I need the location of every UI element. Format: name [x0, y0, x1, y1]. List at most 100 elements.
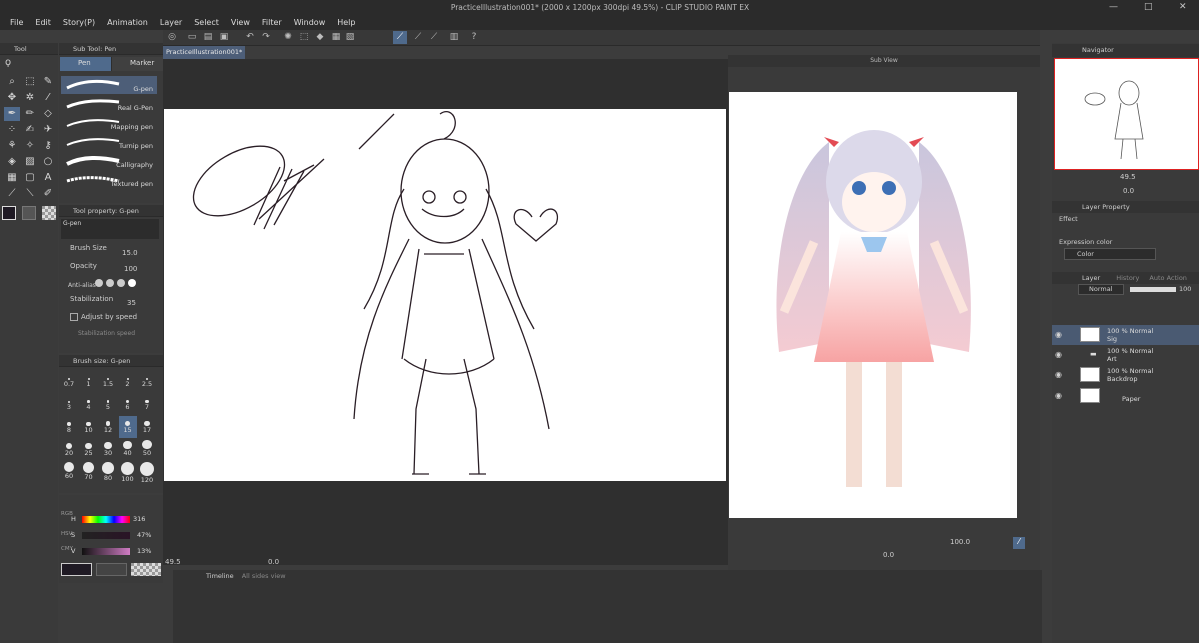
color-sub-swatch[interactable] — [96, 563, 127, 576]
select-all-icon[interactable]: ▧ — [343, 31, 357, 44]
h-value[interactable]: 316 — [133, 515, 145, 523]
eraser-icon[interactable]: ◇ — [40, 107, 56, 121]
brush-turnip-pen[interactable]: Turnip pen — [61, 133, 157, 151]
tab-marker[interactable]: Marker — [112, 57, 164, 71]
brush-icon[interactable]: ✍ — [22, 123, 38, 137]
brush-size-option[interactable]: 20 — [60, 439, 78, 461]
brush-size-option[interactable]: 1.5 — [99, 370, 117, 392]
redo-icon[interactable]: ↷ — [259, 31, 273, 44]
antialias-medium-icon[interactable] — [117, 279, 125, 287]
brush-size-option[interactable]: 40 — [119, 439, 137, 461]
airbrush-icon[interactable]: ✈ — [40, 123, 56, 137]
navigator-angle-value[interactable]: 0.0 — [1123, 187, 1134, 195]
maximize-button[interactable]: □ — [1144, 2, 1153, 12]
brush-size-option[interactable]: 25 — [80, 439, 98, 461]
menu-view[interactable]: View — [225, 18, 256, 27]
brush-textured-pen[interactable]: Textured pen — [61, 171, 157, 189]
decoration-icon[interactable]: ⁘ — [4, 123, 20, 137]
pen-icon[interactable]: ✒ — [4, 107, 20, 121]
brush-size-option[interactable]: 10 — [80, 416, 98, 438]
airbrush2-icon[interactable]: ⚷ — [40, 139, 56, 153]
line-icon[interactable]: ⟍ — [22, 187, 38, 201]
antialias-strong-icon[interactable] — [128, 279, 136, 287]
color-main-swatch[interactable] — [61, 563, 92, 576]
hue-slider[interactable] — [82, 516, 130, 523]
sub-view-image[interactable] — [729, 92, 1017, 518]
tab-auto-action[interactable]: Auto Action — [1149, 274, 1187, 282]
tab-all-sides[interactable]: All sides view — [242, 572, 286, 580]
balloon-icon[interactable]: ▢ — [22, 171, 38, 185]
brush-size-option[interactable]: 5 — [99, 393, 117, 415]
brush-size-option[interactable]: 4 — [80, 393, 98, 415]
fill-icon[interactable]: ◆ — [313, 31, 327, 44]
layer-row-sig[interactable]: ◉ 100 % Normal Sig — [1052, 325, 1199, 345]
blend-icon[interactable]: ⚘ — [4, 139, 20, 153]
transform-icon[interactable]: ⬚ — [297, 31, 311, 44]
antialias-options[interactable] — [95, 279, 147, 291]
brush-size-option[interactable]: 30 — [99, 439, 117, 461]
brush-size-option[interactable]: 70 — [80, 462, 98, 484]
eye-icon[interactable]: ◉ — [1055, 350, 1062, 359]
snap-grid-icon[interactable]: ⟋ — [411, 31, 425, 44]
brush-size-option[interactable]: 3 — [60, 393, 78, 415]
transparent-color-swatch[interactable] — [42, 206, 56, 220]
brush-size-option[interactable]: 80 — [99, 462, 117, 484]
antialias-weak-icon[interactable] — [106, 279, 114, 287]
pencil-icon[interactable]: ✏ — [22, 107, 38, 121]
lasso-icon[interactable]: ϙ — [0, 57, 58, 69]
new-file-icon[interactable]: ▭ — [185, 31, 199, 44]
move-icon[interactable]: ✥ — [4, 91, 20, 105]
color-transparent-swatch[interactable] — [131, 563, 161, 576]
menu-animation[interactable]: Animation — [101, 18, 154, 27]
settings-icon[interactable]: ▥ — [447, 31, 461, 44]
brush-size-option[interactable]: 6 — [119, 393, 137, 415]
s-value[interactable]: 47% — [137, 531, 151, 539]
eyedropper-sub-icon[interactable]: ⁄ — [1013, 537, 1025, 549]
eye-icon[interactable]: ◉ — [1055, 330, 1062, 339]
layer-row-paper[interactable]: ◉ Paper — [1052, 386, 1199, 406]
canvas-tab[interactable]: PracticeIllustration001* — [163, 46, 245, 59]
layer-row-art[interactable]: ◉ ▬ 100 % Normal Art — [1052, 345, 1199, 365]
snap-special-ruler-icon[interactable]: ⟋ — [393, 31, 407, 44]
sub-view-angle-value[interactable]: 0.0 — [883, 551, 894, 559]
menu-layer[interactable]: Layer — [154, 18, 188, 27]
operation-icon[interactable]: ⬚ — [22, 75, 38, 89]
liquify-icon[interactable]: ✧ — [22, 139, 38, 153]
antialias-none-icon[interactable] — [95, 279, 103, 287]
sub-view-zoom-value[interactable]: 100.0 — [950, 538, 970, 546]
figure-icon[interactable]: ○ — [40, 155, 56, 169]
brush-size-option[interactable]: 100 — [119, 462, 137, 484]
canvas-angle-value[interactable]: 0.0 — [268, 558, 279, 566]
sub-color-swatch[interactable] — [22, 206, 36, 220]
opacity-value[interactable]: 100 — [124, 265, 137, 273]
help-icon[interactable]: ? — [467, 31, 481, 44]
tab-history[interactable]: History — [1116, 274, 1139, 282]
brush-size-option[interactable]: 2.5 — [138, 370, 156, 392]
ruler-icon[interactable]: ⟋ — [4, 187, 20, 201]
clip-studio-icon[interactable]: ◎ — [165, 31, 179, 44]
open-file-icon[interactable]: ▤ — [201, 31, 215, 44]
menu-window[interactable]: Window — [288, 18, 332, 27]
blend-mode-select[interactable]: Normal — [1078, 284, 1124, 295]
brush-size-option[interactable]: 0.7 — [60, 370, 78, 392]
gradient-icon[interactable]: ▨ — [22, 155, 38, 169]
close-button[interactable]: ✕ — [1179, 2, 1187, 12]
saturation-slider[interactable] — [82, 532, 130, 539]
menu-edit[interactable]: Edit — [29, 18, 57, 27]
menu-filter[interactable]: Filter — [256, 18, 288, 27]
value-slider[interactable] — [82, 548, 130, 555]
undo-icon[interactable]: ↶ — [243, 31, 257, 44]
brush-size-option[interactable]: 60 — [60, 462, 78, 484]
menu-file[interactable]: File — [4, 18, 29, 27]
brush-calligraphy[interactable]: Calligraphy — [61, 152, 157, 170]
tab-pen[interactable]: Pen — [60, 57, 112, 71]
brush-size-option[interactable]: 1 — [80, 370, 98, 392]
brush-size-option[interactable]: 15 — [118, 416, 137, 438]
eye-icon[interactable]: ◉ — [1055, 391, 1062, 400]
brush-size-option[interactable]: 8 — [60, 416, 78, 438]
layer-opacity-value[interactable]: 100 — [1179, 285, 1191, 293]
brush-size-value[interactable]: 15.0 — [122, 249, 138, 257]
brush-size-option[interactable]: 2 — [119, 370, 137, 392]
minimize-button[interactable]: — — [1109, 2, 1118, 12]
brush-size-option[interactable]: 7 — [138, 393, 156, 415]
